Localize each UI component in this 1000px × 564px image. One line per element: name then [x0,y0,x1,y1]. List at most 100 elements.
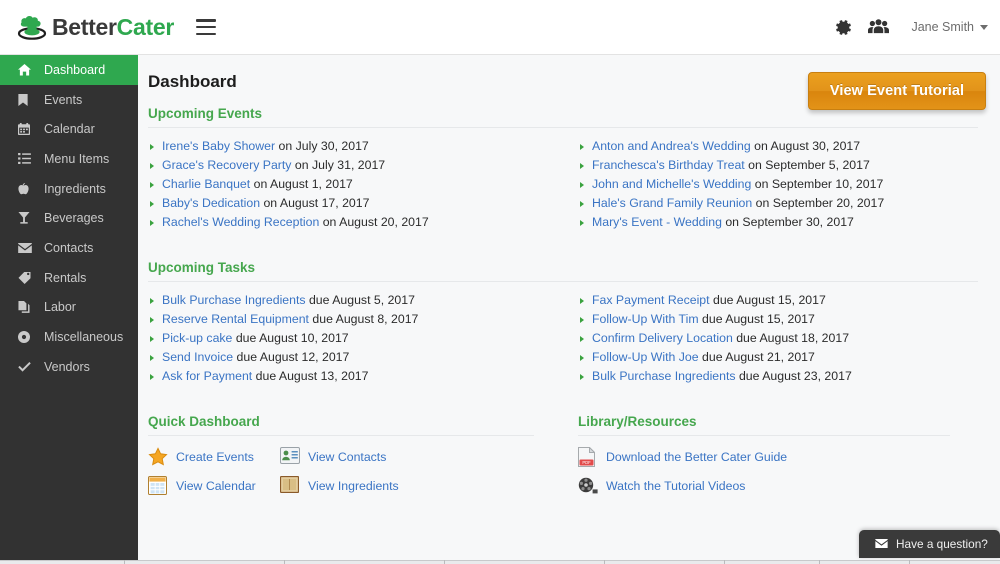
task-due-date: due August 23, 2017 [735,369,852,383]
upcoming-events-left-column: Irene's Baby Shower on July 30, 2017 Gra… [148,128,563,232]
event-list: Irene's Baby Shower on July 30, 2017 Gra… [148,137,563,232]
quick-link-label: Create Events [176,450,254,464]
upcoming-events-section: Upcoming Events Irene's Baby Shower on J… [148,106,978,232]
quick-link-view-contacts[interactable]: View Contacts [280,447,534,467]
sidebar-item-menu-items[interactable]: Menu Items [0,144,138,174]
event-link[interactable]: Baby's Dedication [162,196,260,210]
sidebar-item-rentals[interactable]: Rentals [0,263,138,293]
event-date: on September 5, 2017 [744,158,870,172]
library-resources-section: Library/Resources PDF Download the Bette… [563,414,978,496]
brand-logo[interactable]: BetterCater [16,13,174,41]
upcoming-tasks-columns: Bulk Purchase Ingredients due August 5, … [148,282,978,386]
library-link-label: Watch the Tutorial Videos [606,479,746,493]
main-content: Dashboard Upcoming Events Irene's Baby S… [138,55,1000,564]
sidebar-item-beverages[interactable]: Beverages [0,203,138,233]
calendar-icon [18,123,35,136]
task-due-date: due August 8, 2017 [308,312,419,326]
taskbar-cell [445,560,605,564]
sidebar-item-label: Miscellaneous [44,330,124,345]
sidebar-item-labor[interactable]: Labor [0,293,138,323]
event-date: on September 10, 2017 [751,177,884,191]
svg-text:PDF: PDF [582,460,591,465]
library-resources-inner: Library/Resources PDF Download the Bette… [578,414,950,496]
taskbar-cell [0,560,125,564]
task-due-date: due August 10, 2017 [232,331,349,345]
event-link[interactable]: Mary's Event - Wedding [592,215,722,229]
home-icon [18,63,35,76]
section-divider [578,435,950,436]
sidebar-item-contacts[interactable]: Contacts [0,233,138,263]
users-group-icon[interactable] [868,19,890,35]
sidebar-item-dashboard[interactable]: Dashboard [0,55,138,85]
view-event-tutorial-button[interactable]: View Event Tutorial [808,72,986,110]
sidebar-item-ingredients[interactable]: Ingredients [0,174,138,204]
quick-link-create-events[interactable]: Create Events [148,447,280,467]
task-link[interactable]: Pick-up cake [162,331,232,345]
list-item: Send Invoice due August 12, 2017 [148,348,563,367]
event-date: on July 31, 2017 [291,158,386,172]
copy-icon [18,301,35,314]
quick-link-label: View Ingredients [308,479,399,493]
sidebar-item-label: Dashboard [44,62,106,77]
event-link[interactable]: Charlie Banquet [162,177,250,191]
gear-icon[interactable] [835,19,852,36]
list-item: Follow-Up With Tim due August 15, 2017 [578,310,978,329]
sidebar-item-calendar[interactable]: Calendar [0,114,138,144]
event-link[interactable]: Franchesca's Birthday Treat [592,158,745,172]
chat-widget[interactable]: Have a question? [859,530,1000,558]
hamburger-bar [195,19,216,22]
task-due-date: due August 21, 2017 [698,350,815,364]
list-item: Bulk Purchase Ingredients due August 23,… [578,367,978,386]
list-item: Franchesca's Birthday Treat on September… [578,156,978,175]
event-link[interactable]: Hale's Grand Family Reunion [592,196,752,210]
task-link[interactable]: Send Invoice [162,350,233,364]
event-date: on September 20, 2017 [752,196,885,210]
sidebar-item-vendors[interactable]: Vendors [0,352,138,382]
quick-dashboard-section: Quick Dashboard Create Events View Conta… [148,414,563,496]
sidebar: Dashboard Events Calendar Menu Items Ing [0,55,138,564]
task-link[interactable]: Ask for Payment [162,369,252,383]
sidebar-item-label: Events [44,92,83,107]
task-link[interactable]: Reserve Rental Equipment [162,312,309,326]
event-link[interactable]: Grace's Recovery Party [162,158,291,172]
better-cater-logo-icon [16,13,48,41]
library-link-download-guide[interactable]: PDF Download the Better Cater Guide [578,446,950,467]
upcoming-tasks-left-column: Bulk Purchase Ingredients due August 5, … [148,282,563,386]
library-resources-title: Library/Resources [578,414,697,429]
event-link[interactable]: Rachel's Wedding Reception [162,215,319,229]
task-due-date: due August 15, 2017 [698,312,815,326]
event-link[interactable]: Irene's Baby Shower [162,139,275,153]
task-link[interactable]: Bulk Purchase Ingredients [592,369,736,383]
sidebar-item-label: Ingredients [44,181,106,196]
tag-icon [18,271,35,284]
envelope-icon [18,242,35,253]
task-link[interactable]: Confirm Delivery Location [592,331,733,345]
task-link[interactable]: Bulk Purchase Ingredients [162,293,306,307]
sidebar-item-label: Calendar [44,122,95,137]
task-link[interactable]: Fax Payment Receipt [592,293,710,307]
event-link[interactable]: John and Michelle's Wedding [592,177,751,191]
quick-link-view-calendar[interactable]: View Calendar [148,476,280,496]
sidebar-item-label: Rentals [44,270,87,285]
list-icon [18,153,35,165]
sidebar-item-miscellaneous[interactable]: Miscellaneous [0,322,138,352]
task-link[interactable]: Follow-Up With Tim [592,312,699,326]
event-list: Anton and Andrea's Wedding on August 30,… [578,137,978,232]
taskbar-cell [725,560,820,564]
contact-card-icon [280,447,300,467]
event-link[interactable]: Anton and Andrea's Wedding [592,139,751,153]
event-date: on August 30, 2017 [750,139,861,153]
user-menu[interactable]: Jane Smith [911,20,988,34]
quick-link-view-ingredients[interactable]: View Ingredients [279,475,534,496]
list-item: Ask for Payment due August 13, 2017 [148,367,563,386]
list-item: Confirm Delivery Location due August 18,… [578,329,978,348]
task-link[interactable]: Follow-Up With Joe [592,350,699,364]
film-reel-icon [578,476,598,496]
event-date: on August 1, 2017 [250,177,353,191]
bottom-panels: Quick Dashboard Create Events View Conta… [148,414,978,496]
quick-dashboard-inner: Quick Dashboard Create Events View Conta… [148,414,534,496]
hamburger-icon[interactable] [195,19,216,35]
brand-text-primary: Better [52,13,117,40]
sidebar-item-events[interactable]: Events [0,85,138,115]
library-link-watch-videos[interactable]: Watch the Tutorial Videos [578,476,950,496]
